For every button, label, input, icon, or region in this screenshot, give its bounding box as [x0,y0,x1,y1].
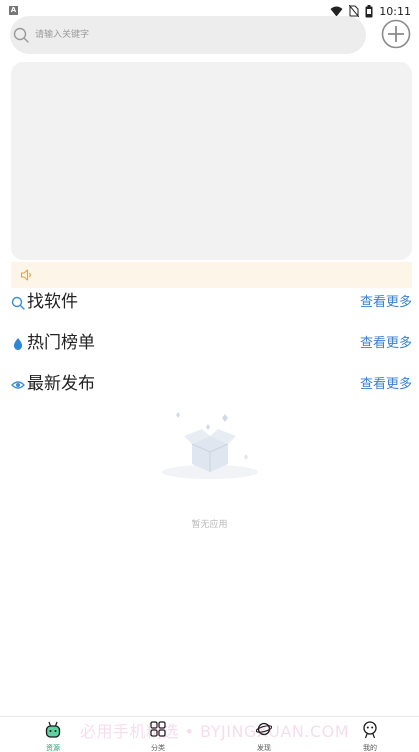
wifi-icon [330,6,343,16]
no-sim-icon [349,5,360,17]
nav-label: 发现 [257,744,271,752]
eye-icon [11,381,25,389]
clock: 10:11 [379,4,411,18]
watermark: 必用手机精选 • BYJINGXUAN.COM [80,722,350,741]
drop-icon [13,338,23,350]
section-title: 热门榜单 [27,333,95,353]
search-icon [13,27,29,43]
speaker-icon [20,269,31,281]
profile-icon [363,721,377,739]
battery-icon [365,4,373,17]
nav-label: 分类 [151,744,165,752]
search-icon [11,296,25,310]
more-link[interactable]: 查看更多 [360,294,412,312]
section-title: 找软件 [27,292,78,312]
section-find-software: 找软件 查看更多 [0,290,419,316]
empty-state-text: 暂无应用 [191,520,228,530]
notice-bar[interactable] [11,262,412,288]
more-link[interactable]: 查看更多 [360,376,412,394]
section-latest: 最新发布 查看更多 [0,372,419,398]
nav-label: 资源 [46,744,60,752]
search-placeholder: 请输入关键字 [35,30,90,40]
search-input[interactable]: 请输入关键字 [10,16,366,54]
robot-icon [45,721,61,738]
more-link[interactable]: 查看更多 [360,335,412,353]
section-title: 最新发布 [27,374,95,394]
section-hot-list: 热门榜单 查看更多 [0,331,419,357]
empty-box-illustration [162,412,258,479]
nav-item-resources[interactable]: 资源 [28,721,78,752]
nav-label: 我的 [363,744,377,752]
notification-icon: A [9,6,18,15]
banner-carousel[interactable] [11,62,412,260]
add-icon[interactable] [381,19,411,49]
nav-item-profile[interactable]: 我的 [345,721,395,752]
